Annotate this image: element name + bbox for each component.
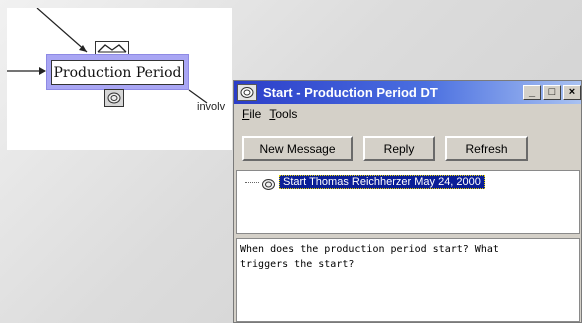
diagram-canvas[interactable]: Production Period involv	[7, 8, 232, 150]
menu-file[interactable]: File	[242, 107, 261, 121]
discussion-window: Start - Production Period DT _ □ × File …	[233, 80, 582, 323]
message-body[interactable]: When does the production period start? W…	[236, 238, 580, 322]
new-message-button[interactable]: New Message	[242, 136, 353, 161]
window-titlebar[interactable]: Start - Production Period DT _ □ ×	[234, 81, 581, 104]
toolbar: New Message Reply Refresh	[242, 136, 528, 161]
edge-label: involv	[197, 101, 226, 113]
discussion-icon	[237, 84, 257, 101]
reply-button[interactable]: Reply	[363, 136, 435, 161]
diagram-node-selected[interactable]: Production Period	[46, 54, 189, 90]
thread-item[interactable]: Start Thomas Reichherzer May 24, 2000	[245, 175, 485, 190]
menu-tools[interactable]: Tools	[269, 107, 297, 121]
refresh-button[interactable]: Refresh	[445, 136, 528, 161]
thread-tree[interactable]: Start Thomas Reichherzer May 24, 2000	[236, 170, 580, 234]
menu-bar: File Tools	[234, 105, 581, 123]
window-controls: _ □ ×	[523, 85, 581, 100]
thread-item-label[interactable]: Start Thomas Reichherzer May 24, 2000	[279, 175, 485, 189]
minimize-button[interactable]: _	[523, 85, 541, 100]
node-label: Production Period	[51, 60, 184, 85]
diamond-flag-icon[interactable]	[95, 41, 129, 55]
discussion-icon[interactable]	[104, 89, 124, 107]
discussion-icon	[261, 176, 276, 190]
close-button[interactable]: ×	[563, 85, 581, 100]
window-title: Start - Production Period DT	[263, 85, 438, 100]
maximize-button[interactable]: □	[543, 85, 561, 100]
tree-connector	[245, 181, 259, 183]
